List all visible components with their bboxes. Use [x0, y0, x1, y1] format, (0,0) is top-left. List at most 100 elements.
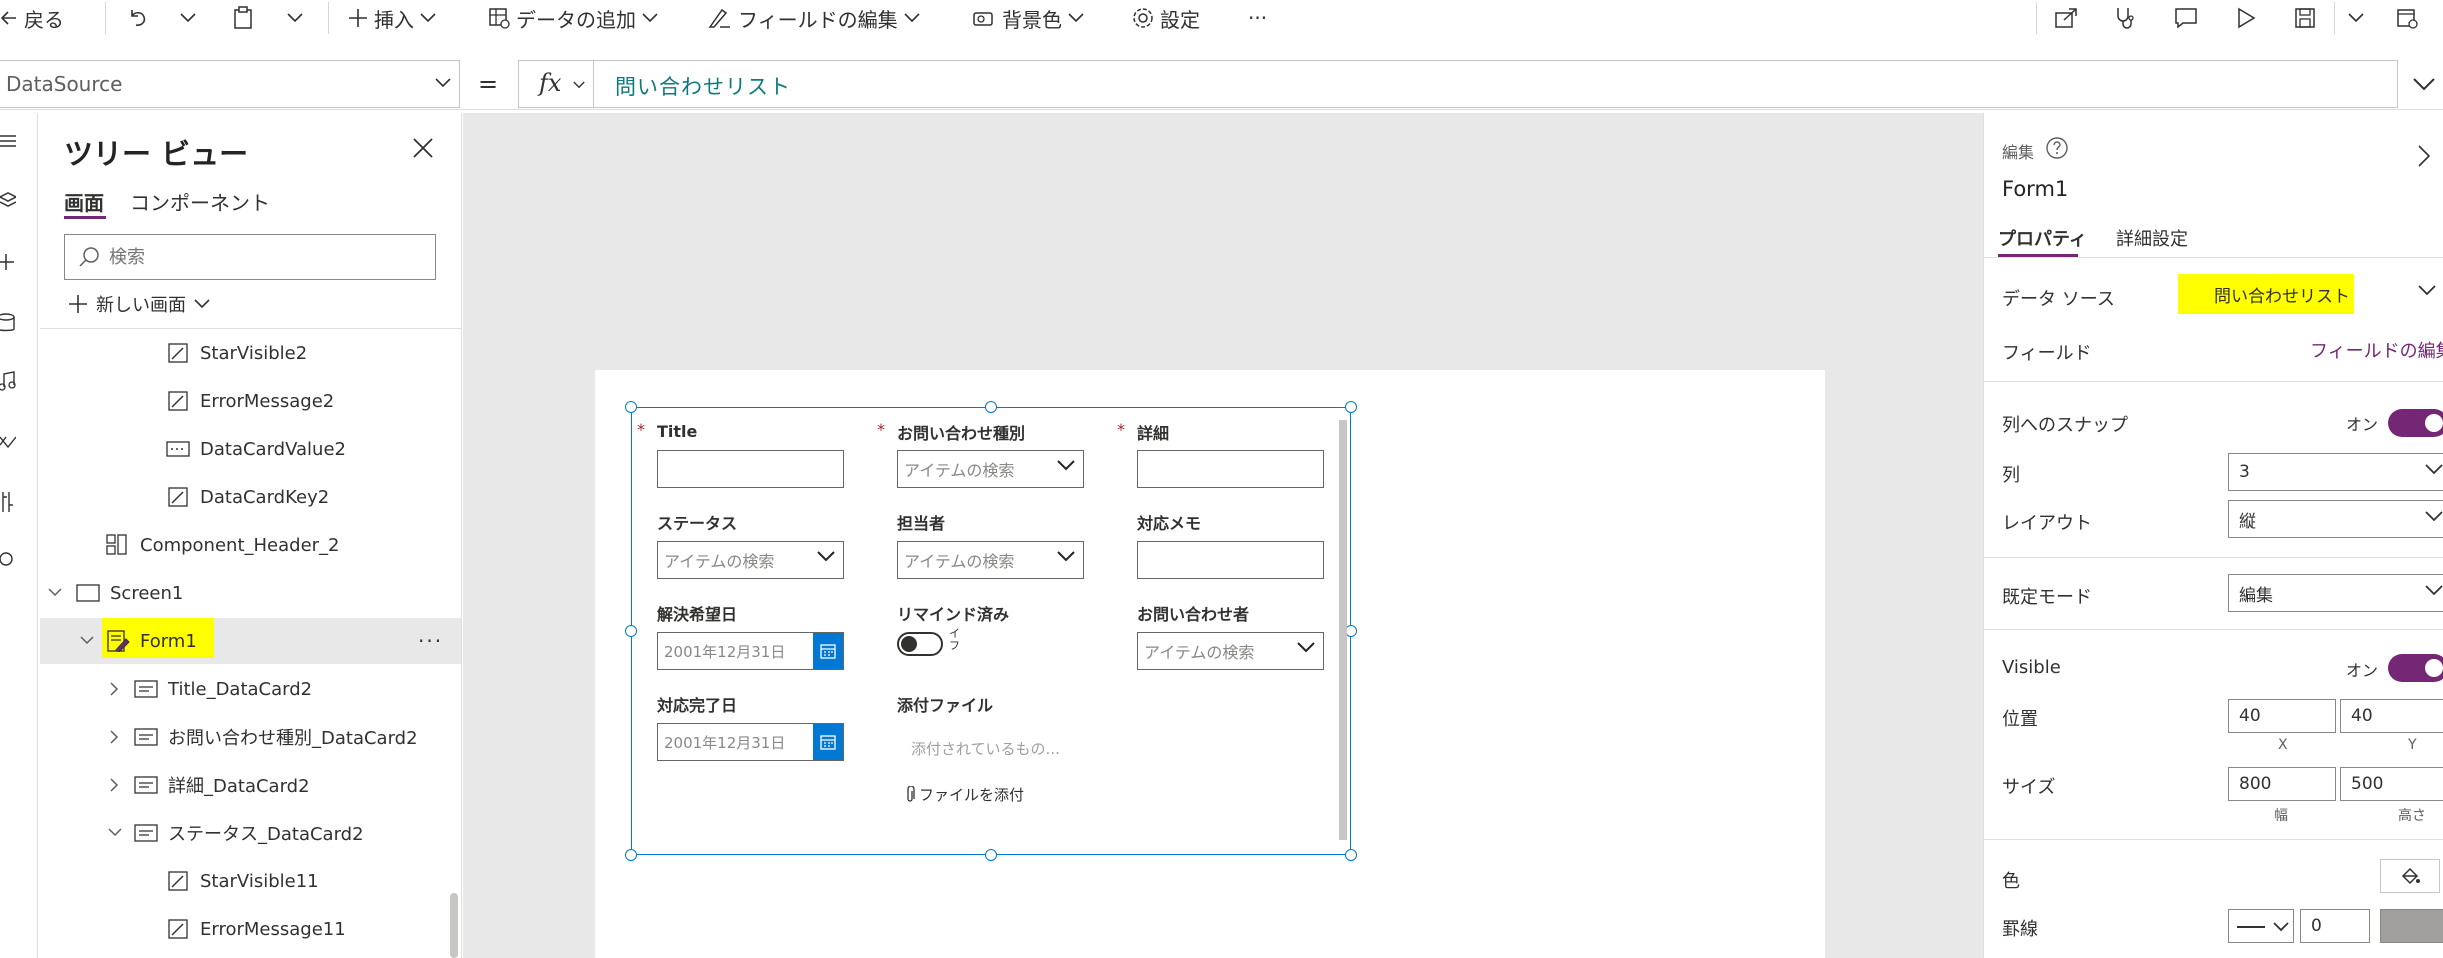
menu-icon[interactable] — [0, 133, 16, 149]
paste-dropdown[interactable] — [287, 0, 303, 36]
settings-button[interactable]: 設定 — [1132, 0, 1200, 36]
help-icon[interactable] — [2046, 137, 2068, 159]
data-source-dropdown[interactable]: 問い合わせリスト — [2204, 275, 2443, 313]
screen1-canvas[interactable]: * Title * お問い合わせ種別 アイテムの検索 * 詳細 ステータス アイ… — [595, 370, 1825, 958]
share-button[interactable] — [2054, 0, 2078, 36]
chevron-right-icon[interactable] — [110, 730, 120, 744]
visible-toggle[interactable] — [2388, 654, 2443, 682]
database-icon[interactable] — [0, 313, 16, 333]
done-date-picker[interactable]: 2001年12月31日 — [657, 723, 844, 761]
undo-button[interactable] — [126, 0, 148, 36]
publish-button[interactable] — [2396, 0, 2418, 36]
chevron-right-icon[interactable] — [110, 682, 120, 696]
insert-button[interactable]: 挿入 — [348, 0, 436, 36]
columns-dropdown[interactable]: 3 — [2228, 453, 2443, 491]
calendar-icon[interactable] — [813, 724, 843, 760]
tree-item[interactable]: Component_Header_2 — [40, 522, 461, 568]
tree-item[interactable]: StarVisible11 — [40, 858, 461, 904]
resize-handle[interactable] — [625, 849, 637, 861]
height-input[interactable]: 500 — [2340, 767, 2443, 801]
attach-file-link[interactable]: ファイルを添付 — [905, 784, 1024, 805]
expand-formula-icon[interactable] — [2412, 77, 2436, 91]
snap-toggle[interactable] — [2388, 409, 2443, 437]
tree-item[interactable]: DataCardValue2 — [40, 426, 461, 472]
inquirer-combobox[interactable]: アイテムの検索 — [1137, 632, 1324, 670]
back-button[interactable]: 戻る — [0, 0, 64, 36]
memo-input[interactable] — [1137, 541, 1324, 579]
tree-item-form-selected[interactable]: Form1 ··· — [40, 618, 461, 664]
tree-search-box[interactable] — [64, 234, 436, 280]
field-label-inquirer: お問い合わせ者 — [1137, 605, 1250, 624]
tree-item[interactable]: 詳細_DataCard2 — [40, 762, 461, 808]
preview-button[interactable] — [2236, 0, 2256, 36]
tree-item[interactable]: ステータス_DataCard2 — [40, 810, 461, 856]
comments-button[interactable] — [2174, 0, 2198, 36]
close-icon[interactable] — [412, 137, 434, 159]
border-style-dropdown[interactable] — [2228, 909, 2294, 943]
status-combobox[interactable]: アイテムの検索 — [657, 541, 844, 579]
border-color-picker[interactable] — [2380, 909, 2443, 943]
tab-properties[interactable]: プロパティ — [1998, 225, 2087, 251]
chevron-down-icon[interactable] — [108, 828, 122, 838]
tree-scrollbar[interactable] — [450, 893, 458, 958]
search-icon[interactable] — [0, 551, 16, 569]
media-icon[interactable] — [0, 371, 16, 391]
border-thickness-input[interactable]: 0 — [2300, 909, 2370, 943]
layout-dropdown[interactable]: 縦 — [2228, 500, 2443, 538]
title-input[interactable] — [657, 450, 844, 488]
app-checker-button[interactable] — [2114, 0, 2136, 36]
reminded-toggle[interactable] — [897, 632, 943, 656]
tab-advanced[interactable]: 詳細設定 — [2116, 225, 2188, 251]
tab-components[interactable]: コンポーネント — [130, 187, 270, 216]
formula-text[interactable]: 問い合わせリスト — [615, 71, 791, 101]
chevron-down-icon[interactable] — [48, 588, 62, 598]
default-mode-dropdown[interactable]: 編集 — [2228, 574, 2443, 612]
resize-handle[interactable] — [1345, 401, 1357, 413]
tools-icon[interactable] — [0, 491, 16, 513]
formula-input-box[interactable]: fx 問い合わせリスト — [518, 60, 2398, 108]
tree-item[interactable]: StarVisible2 — [40, 330, 461, 376]
tree-item[interactable]: ErrorMessage11 — [40, 906, 461, 952]
tree-item[interactable]: お問い合わせ種別_DataCard2 — [40, 714, 461, 760]
resize-handle[interactable] — [985, 401, 997, 413]
resize-handle[interactable] — [1345, 849, 1357, 861]
edit-fields-link[interactable]: フィールドの編集 — [2310, 337, 2443, 363]
calendar-icon[interactable] — [813, 633, 843, 669]
power-automate-icon[interactable] — [0, 433, 16, 451]
add-data-button[interactable]: データの追加 — [488, 0, 658, 36]
tab-screens[interactable]: 画面 — [64, 187, 104, 216]
search-input[interactable] — [109, 246, 409, 268]
save-button[interactable] — [2294, 0, 2316, 36]
chevron-right-icon[interactable] — [110, 778, 120, 792]
x-input[interactable]: 40 — [2228, 699, 2336, 733]
property-selector[interactable]: DataSource — [0, 60, 460, 108]
resize-handle[interactable] — [625, 401, 637, 413]
tree-item-screen[interactable]: Screen1 — [40, 570, 461, 616]
inquiry-type-combobox[interactable]: アイテムの検索 — [897, 450, 1084, 488]
details-input[interactable] — [1137, 450, 1324, 488]
save-dropdown[interactable] — [2348, 0, 2364, 36]
more-commands-button[interactable]: ··· — [1248, 0, 1267, 36]
width-input[interactable]: 800 — [2228, 767, 2336, 801]
undo-dropdown[interactable] — [180, 0, 196, 36]
layers-icon[interactable] — [0, 191, 16, 209]
tree-item[interactable]: ErrorMessage2 — [40, 378, 461, 424]
form-scrollbar[interactable] — [1339, 420, 1347, 840]
paste-button[interactable] — [232, 0, 254, 36]
new-screen-button[interactable]: 新しい画面 — [68, 291, 210, 317]
chevron-down-icon[interactable] — [80, 636, 94, 646]
edit-fields-button[interactable]: フィールドの編集 — [708, 0, 920, 36]
tree-item[interactable]: Title_DataCard2 — [40, 666, 461, 712]
assignee-combobox[interactable]: アイテムの検索 — [897, 541, 1084, 579]
resize-handle[interactable] — [625, 625, 637, 637]
tree-item[interactable]: DataCardKey2 — [40, 474, 461, 520]
resize-handle[interactable] — [985, 849, 997, 861]
color-picker[interactable] — [2380, 859, 2440, 893]
due-date-picker[interactable]: 2001年12月31日 — [657, 632, 844, 670]
y-input[interactable]: 40 — [2340, 699, 2443, 733]
plus-icon[interactable] — [0, 253, 16, 271]
chevron-right-icon[interactable] — [2418, 145, 2430, 167]
more-options-button[interactable]: ··· — [418, 629, 443, 653]
background-color-button[interactable]: 背景色 — [972, 0, 1084, 36]
fx-label[interactable]: fx — [539, 69, 561, 97]
